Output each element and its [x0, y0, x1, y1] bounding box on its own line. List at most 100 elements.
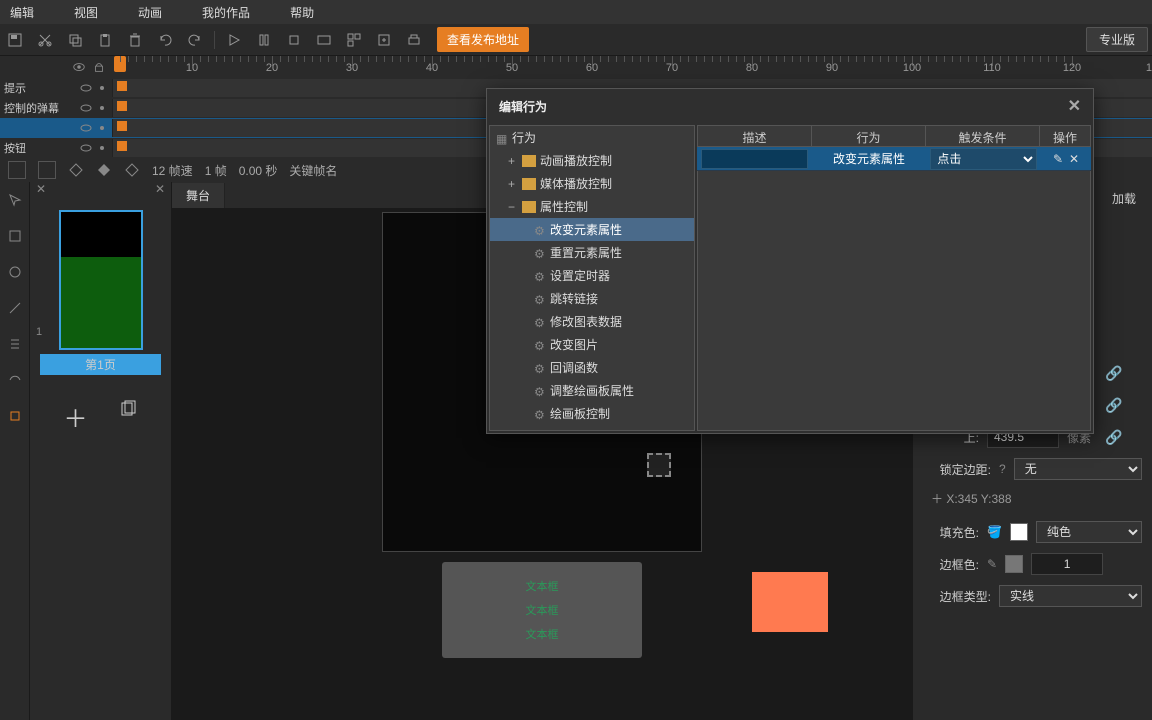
orange-rect[interactable] [752, 572, 828, 632]
pause-icon[interactable] [253, 29, 275, 51]
link-icon3[interactable]: 🔗 [1105, 429, 1122, 446]
edit-row-icon[interactable]: ✎ [1053, 152, 1063, 166]
duplicate-page-icon[interactable] [118, 399, 138, 434]
text-line2: 文本框 [526, 602, 559, 618]
diamond-icon[interactable] [68, 162, 84, 178]
tree-folder[interactable]: +媒体播放控制 [490, 172, 694, 195]
delete-icon[interactable] [124, 29, 146, 51]
redo-icon[interactable] [184, 29, 206, 51]
menu-view[interactable]: 视图 [74, 4, 98, 21]
export-icon[interactable] [373, 29, 395, 51]
menu-help[interactable]: 帮助 [290, 4, 314, 21]
page-label: 第1页 [40, 354, 161, 375]
page-thumbnail[interactable] [59, 210, 143, 350]
tool6-icon[interactable] [7, 372, 23, 388]
dot-icon[interactable] [96, 142, 108, 154]
keyframe-icon[interactable] [115, 99, 129, 113]
bordertype-select[interactable]: 实线 [999, 585, 1142, 607]
screen-icon[interactable] [313, 29, 335, 51]
table-row[interactable]: 改变元素属性 点击 ✎ ✕ [697, 147, 1091, 171]
th-behavior: 行为 [812, 126, 926, 146]
tool3-icon[interactable] [7, 264, 23, 280]
text-panel[interactable]: 文本框 文本框 文本框 [442, 562, 642, 658]
cut-icon[interactable] [34, 29, 56, 51]
table-header: 描述 行为 触发条件 操作 [697, 125, 1091, 147]
desc-input[interactable] [701, 149, 808, 169]
keyframe-icon[interactable] [115, 139, 129, 153]
tree-leaf[interactable]: ⚙调整绘画板属性 [490, 379, 694, 402]
tree-root[interactable]: ▦行为 [490, 126, 694, 149]
pro-button[interactable]: 专业版 [1086, 27, 1148, 52]
eye-icon[interactable] [80, 122, 92, 134]
stage-tab[interactable]: 舞台 [172, 183, 225, 208]
qr-icon[interactable] [343, 29, 365, 51]
tree-leaf[interactable]: ⚙重置元素属性 [490, 241, 694, 264]
tool5-icon[interactable] [7, 336, 23, 352]
dot-icon[interactable] [96, 82, 108, 94]
save-icon[interactable] [4, 29, 26, 51]
eye-icon[interactable] [80, 142, 92, 154]
link-icon2[interactable]: 🔗 [1105, 397, 1122, 414]
play-icon[interactable] [223, 29, 245, 51]
fill-select[interactable]: 纯色 [1036, 521, 1142, 543]
edit-behavior-dialog: 编辑行为 ✕ ▦行为+动画播放控制+媒体播放控制−属性控制⚙改变元素属性⚙重置元… [486, 88, 1094, 434]
keyframe-icon[interactable] [115, 119, 129, 133]
stop-icon[interactable] [283, 29, 305, 51]
menu-edit[interactable]: 编辑 [10, 4, 34, 21]
keyframe-name-label: 关键帧名 [289, 162, 337, 179]
trigger-select[interactable]: 点击 [930, 148, 1037, 170]
tree-folder[interactable]: −属性控制 [490, 195, 694, 218]
diamond3-icon[interactable] [124, 162, 140, 178]
publish-button[interactable]: 查看发布地址 [437, 27, 529, 52]
tool7-icon[interactable] [7, 408, 23, 424]
paste-icon[interactable] [94, 29, 116, 51]
tree-leaf[interactable]: ⚙跳转链接 [490, 287, 694, 310]
behavior-cell: 改变元素属性 [812, 150, 927, 167]
tree-leaf[interactable]: ⚙修改图表数据 [490, 310, 694, 333]
dot-icon[interactable] [96, 102, 108, 114]
lockedge-select[interactable]: 无 [1014, 458, 1142, 480]
frame-icon2[interactable] [38, 161, 56, 179]
behavior-table-panel: 描述 行为 触发条件 操作 改变元素属性 点击 ✎ ✕ [697, 125, 1091, 431]
diamond2-icon[interactable] [96, 162, 112, 178]
close-panel-icon2[interactable]: ✕ [155, 182, 165, 200]
help-icon[interactable]: ? [999, 462, 1006, 476]
tool2-icon[interactable] [7, 228, 23, 244]
tool4-icon[interactable] [7, 300, 23, 316]
frame-icon[interactable] [8, 161, 26, 179]
menu-anim[interactable]: 动画 [138, 4, 162, 21]
dot-icon[interactable] [96, 122, 108, 134]
close-panel-icon[interactable]: ✕ [36, 182, 46, 200]
eye-icon[interactable] [80, 82, 92, 94]
timeline-ruler[interactable]: 10203040506070809010011012013 [112, 56, 1152, 78]
tree-leaf[interactable]: ⚙改变图片 [490, 333, 694, 356]
undo-icon[interactable] [154, 29, 176, 51]
eye-icon[interactable] [72, 60, 86, 74]
tree-leaf[interactable]: ⚙恢复擦玻璃初始状态 [490, 425, 694, 431]
lock-icon[interactable] [92, 60, 106, 74]
canvas-shape2-selected[interactable] [647, 453, 671, 477]
border-swatch[interactable] [1005, 555, 1023, 573]
lockedge-label: 锁定边距: [923, 461, 991, 478]
copy-icon[interactable] [64, 29, 86, 51]
eye-icon[interactable] [80, 102, 92, 114]
bucket-icon[interactable]: 🪣 [987, 525, 1002, 539]
tree-leaf[interactable]: ⚙回调函数 [490, 356, 694, 379]
th-desc: 描述 [698, 126, 812, 146]
delete-row-icon[interactable]: ✕ [1069, 152, 1079, 166]
close-icon[interactable]: ✕ [1068, 96, 1081, 116]
tree-leaf[interactable]: ⚙改变元素属性 [490, 218, 694, 241]
print-icon[interactable] [403, 29, 425, 51]
link-icon[interactable]: 🔗 [1105, 365, 1122, 382]
keyframe-icon[interactable] [115, 79, 129, 93]
tree-folder[interactable]: +动画播放控制 [490, 149, 694, 172]
th-trigger: 触发条件 [926, 126, 1040, 146]
fill-swatch[interactable] [1010, 523, 1028, 541]
border-width-input[interactable] [1031, 553, 1103, 575]
menu-works[interactable]: 我的作品 [202, 4, 250, 21]
tree-leaf[interactable]: ⚙设置定时器 [490, 264, 694, 287]
tree-leaf[interactable]: ⚙绘画板控制 [490, 402, 694, 425]
add-page-icon[interactable]: ＋ [64, 399, 88, 434]
tool1-icon[interactable] [7, 192, 23, 208]
pencil-icon[interactable]: ✎ [987, 557, 997, 571]
